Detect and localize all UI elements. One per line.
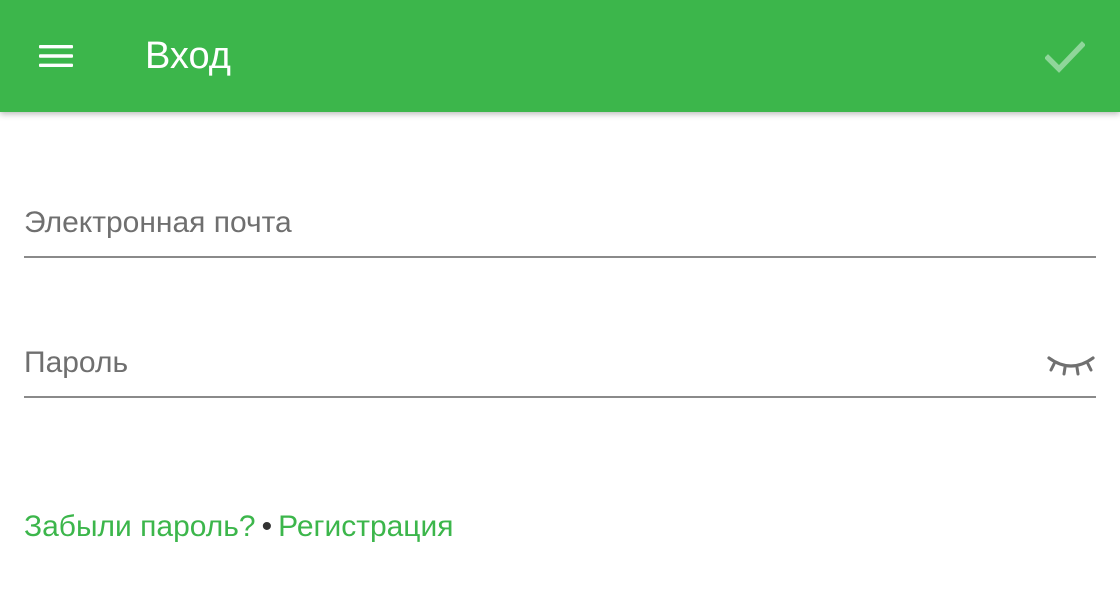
menu-button[interactable] <box>24 24 88 88</box>
hamburger-menu-icon <box>39 45 73 67</box>
app-bar: Вход <box>0 0 1120 112</box>
forgot-password-link[interactable]: Забыли пароль? <box>24 510 256 543</box>
login-screen: Вход Забыли пароль?•Регистрация <box>0 0 1120 600</box>
eye-closed-icon <box>1047 356 1095 376</box>
auth-links: Забыли пароль? • Регистрация <box>24 505 454 549</box>
toggle-password-visibility-button[interactable] <box>1046 348 1096 382</box>
password-field-container <box>24 330 1096 398</box>
checkmark-icon <box>1045 41 1085 73</box>
email-field-container <box>24 190 1096 258</box>
page-title: Вход <box>145 35 231 77</box>
links-separator: • <box>261 510 273 543</box>
register-link[interactable]: Регистрация <box>278 510 453 543</box>
confirm-button[interactable] <box>1036 28 1094 86</box>
email-input[interactable] <box>24 190 1024 256</box>
password-input[interactable] <box>24 330 1024 396</box>
